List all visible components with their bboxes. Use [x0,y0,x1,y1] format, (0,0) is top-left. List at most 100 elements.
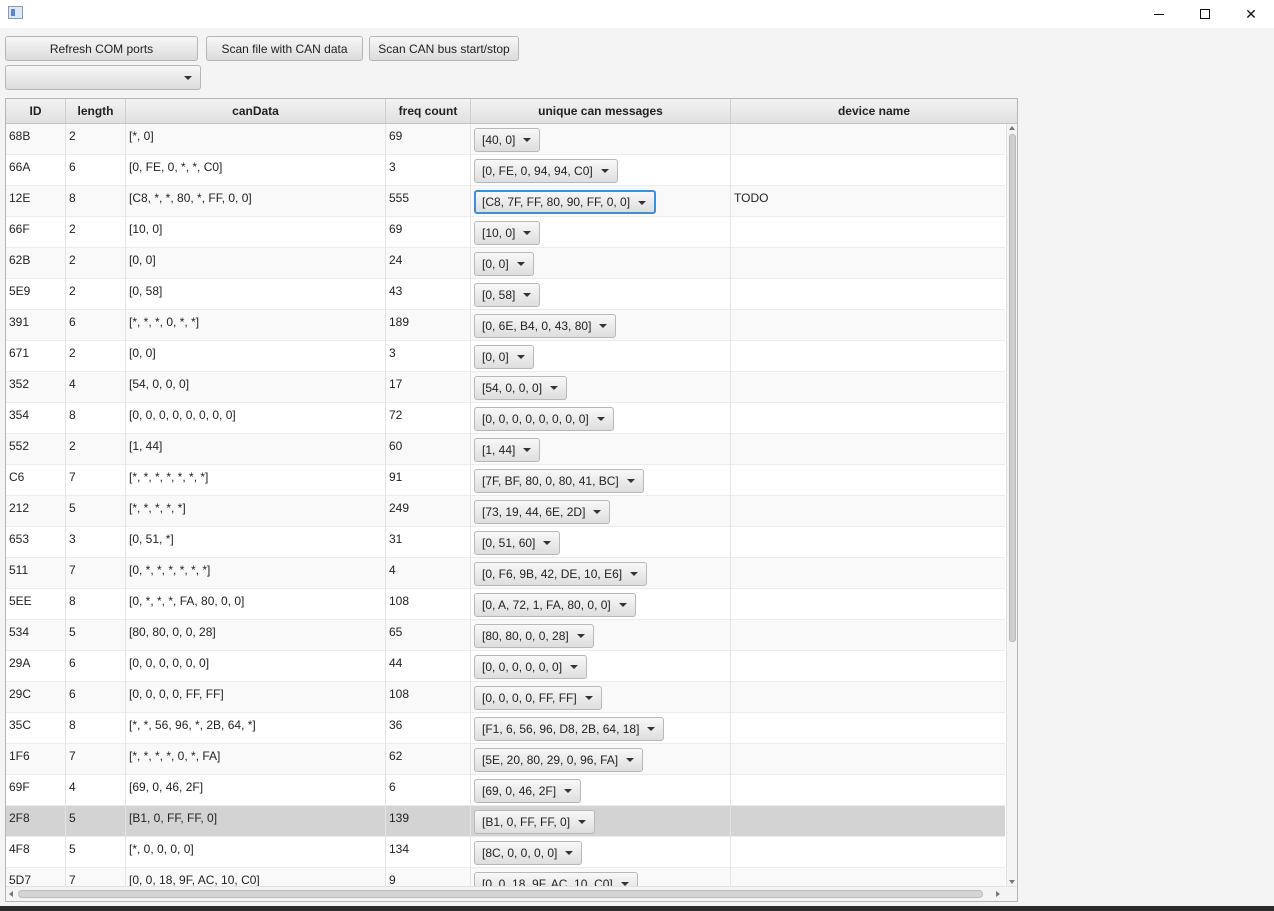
unique-messages-select[interactable]: [5E, 20, 80, 29, 0, 96, FA] [474,748,644,772]
table-row[interactable]: 5E9 2 [0, 58] 43 [0, 58] [6,279,1005,310]
close-button[interactable]: ✕ [1228,0,1274,28]
unique-messages-select[interactable]: [0, A, 72, 1, FA, 80, 0, 0] [474,593,636,617]
cell-device-name[interactable] [731,465,1005,496]
chevron-down-icon [550,386,559,390]
unique-messages-select[interactable]: [73, 19, 44, 6E, 2D] [474,500,611,524]
scan-file-button[interactable]: Scan file with CAN data [206,36,363,61]
scroll-up-icon[interactable] [1009,126,1015,130]
table-row[interactable]: 29C 6 [0, 0, 0, 0, FF, FF] 108 [0, 0, 0, 0, … [6,682,1005,713]
vertical-scroll-thumb[interactable] [1009,134,1016,642]
unique-messages-select[interactable]: [0, F6, 9B, 42, DE, 10, E6] [474,562,648,586]
table-row[interactable]: 671 2 [0, 0] 3 [0, 0] [6,341,1005,372]
unique-messages-select[interactable]: [1, 44] [474,438,541,462]
unique-messages-select[interactable]: [0, 0, 0, 0, FF, FF] [474,686,602,710]
unique-messages-select[interactable]: [0, 0, 0, 0, 0, 0] [474,655,588,679]
table-row[interactable]: 62B 2 [0, 0] 24 [0, 0] [6,248,1005,279]
cell-device-name[interactable] [731,806,1005,837]
table-row[interactable]: 35C 8 [*, *, 56, 96, *, 2B, 64, *] 36 [F1, 6… [6,713,1005,744]
chevron-down-icon [630,572,639,576]
cell-device-name[interactable] [731,217,1005,248]
cell-device-name[interactable] [731,713,1005,744]
table-row[interactable]: 653 3 [0, 51, *] 31 [0, 51, 60] [6,527,1005,558]
cell-device-name[interactable] [731,775,1005,806]
unique-messages-select[interactable]: [0, FE, 0, 94, 94, C0] [474,159,618,183]
table-row[interactable]: 212 5 [*, *, *, *, *] 249 [73, 19, 44, 6E, 2… [6,496,1005,527]
cell-device-name[interactable] [731,372,1005,403]
cell-device-name[interactable] [731,155,1005,186]
cell-device-name[interactable] [731,496,1005,527]
horizontal-scrollbar[interactable] [6,886,1017,901]
column-header-length[interactable]: length [66,99,126,123]
table-row[interactable]: 534 5 [80, 80, 0, 0, 28] 65 [80, 80, 0, 0, 2… [6,620,1005,651]
unique-messages-select[interactable]: [54, 0, 0, 0] [474,376,568,400]
unique-messages-select[interactable]: [0, 0, 0, 0, 0, 0, 0, 0] [474,407,614,431]
vertical-scrollbar[interactable] [1006,124,1017,886]
cell-device-name[interactable] [731,558,1005,589]
table-row[interactable]: 12E 8 [C8, *, *, 80, *, FF, 0, 0] 555 [C8, 7… [6,186,1005,217]
table-row[interactable]: 69F 4 [69, 0, 46, 2F] 6 [69, 0, 46, 2F] [6,775,1005,806]
cell-device-name[interactable] [731,341,1005,372]
table-row[interactable]: 1F6 7 [*, *, *, *, 0, *, FA] 62 [5E, 20, 80,… [6,744,1005,775]
horizontal-scroll-thumb[interactable] [18,890,983,898]
column-header-candata[interactable]: canData [126,99,386,123]
table-row[interactable]: 66F 2 [10, 0] 69 [10, 0] [6,217,1005,248]
minimize-button[interactable] [1136,0,1182,28]
unique-messages-select[interactable]: [40, 0] [474,128,541,152]
column-header-device-name[interactable]: device name [731,99,1017,123]
unique-messages-select[interactable]: [B1, 0, FF, FF, 0] [474,810,596,834]
table-row[interactable]: 511 7 [0, *, *, *, *, *, *] 4 [0, F6, 9B, 42… [6,558,1005,589]
cell-freq-count: 9 [386,868,471,886]
table-row[interactable]: 552 2 [1, 44] 60 [1, 44] [6,434,1005,465]
cell-device-name[interactable] [731,868,1005,886]
cell-device-name[interactable] [731,434,1005,465]
cell-device-name[interactable] [731,620,1005,651]
column-header-unique-messages[interactable]: unique can messages [471,99,731,123]
com-port-select[interactable] [5,65,201,90]
unique-messages-select[interactable]: [C8, 7F, FF, 80, 90, FF, 0, 0] [474,190,657,214]
unique-messages-select[interactable]: [69, 0, 46, 2F] [474,779,582,803]
cell-device-name[interactable] [731,403,1005,434]
table-row[interactable]: 391 6 [*, *, *, 0, *, *] 189 [0, 6E, B4, 0, … [6,310,1005,341]
table-row[interactable]: C6 7 [*, *, *, *, *, *, *] 91 [7F, BF, 80, 0… [6,465,1005,496]
cell-device-name[interactable] [731,279,1005,310]
column-header-freq-count[interactable]: freq count [386,99,471,123]
unique-messages-select[interactable]: [80, 80, 0, 0, 28] [474,624,594,648]
column-header-id[interactable]: ID [6,99,66,123]
unique-messages-select[interactable]: [0, 0, 18, 9F, AC, 10, C0] [474,872,638,886]
cell-device-name[interactable] [731,744,1005,775]
unique-messages-select[interactable]: [10, 0] [474,221,541,245]
chevron-down-icon [184,76,192,80]
table-row[interactable]: 66A 6 [0, FE, 0, *, *, C0] 3 [0, FE, 0, 94, … [6,155,1005,186]
table-row[interactable]: 352 4 [54, 0, 0, 0] 17 [54, 0, 0, 0] [6,372,1005,403]
cell-device-name[interactable]: TODO [731,186,1005,217]
table-row[interactable]: 4F8 5 [*, 0, 0, 0, 0] 134 [8C, 0, 0, 0, 0] [6,837,1005,868]
refresh-com-ports-button[interactable]: Refresh COM ports [5,36,198,61]
cell-device-name[interactable] [731,589,1005,620]
table-row[interactable]: 2F8 5 [B1, 0, FF, FF, 0] 139 [B1, 0, FF, FF,… [6,806,1005,837]
scroll-left-icon[interactable] [9,891,13,897]
table-row[interactable]: 29A 6 [0, 0, 0, 0, 0, 0] 44 [0, 0, 0, 0, 0, … [6,651,1005,682]
table-row[interactable]: 5EE 8 [0, *, *, *, FA, 80, 0, 0] 108 [0, A, … [6,589,1005,620]
table-row[interactable]: 354 8 [0, 0, 0, 0, 0, 0, 0, 0] 72 [0, 0, 0, … [6,403,1005,434]
maximize-button[interactable] [1182,0,1228,28]
table-row[interactable]: 5D7 7 [0, 0, 18, 9F, AC, 10, C0] 9 [0, 0, 18… [6,868,1005,886]
table-row[interactable]: 68B 2 [*, 0] 69 [40, 0] [6,124,1005,155]
unique-messages-select[interactable]: [8C, 0, 0, 0, 0] [474,841,583,865]
cell-device-name[interactable] [731,124,1005,155]
scroll-down-icon[interactable] [1009,880,1015,884]
unique-messages-select[interactable]: [0, 51, 60] [474,531,561,555]
unique-messages-select[interactable]: [0, 0] [474,252,534,276]
cell-device-name[interactable] [731,682,1005,713]
unique-messages-select[interactable]: [0, 0] [474,345,534,369]
unique-messages-select[interactable]: [7F, BF, 80, 0, 80, 41, BC] [474,469,644,493]
unique-messages-select[interactable]: [0, 58] [474,283,541,307]
scroll-right-icon[interactable] [996,891,1000,897]
cell-device-name[interactable] [731,248,1005,279]
unique-messages-select[interactable]: [0, 6E, B4, 0, 43, 80] [474,314,617,338]
cell-device-name[interactable] [731,310,1005,341]
cell-device-name[interactable] [731,837,1005,868]
cell-device-name[interactable] [731,651,1005,682]
scan-can-bus-button[interactable]: Scan CAN bus start/stop [369,36,519,61]
unique-messages-select[interactable]: [F1, 6, 56, 96, D8, 2B, 64, 18] [474,717,665,741]
cell-device-name[interactable] [731,527,1005,558]
